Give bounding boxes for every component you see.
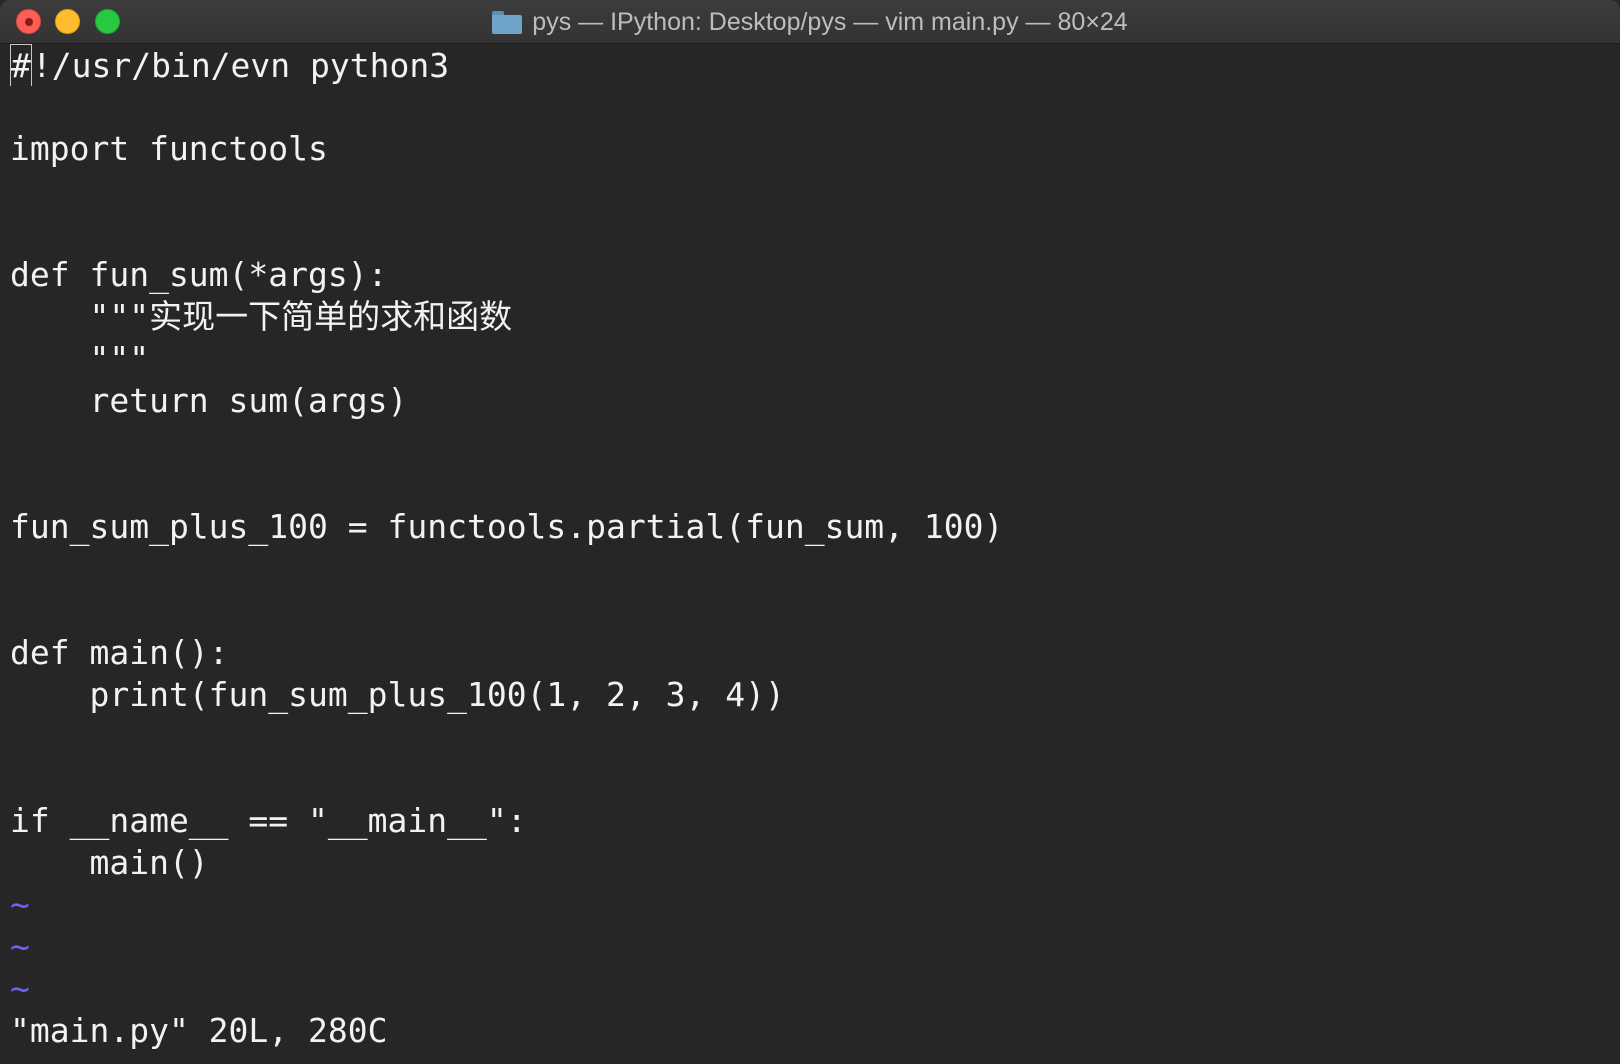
code-line: fun_sum_plus_100 = functools.partial(fun… — [10, 507, 1004, 546]
code-line: """实现一下简单的求和函数 — [10, 297, 513, 336]
empty-line-tilde: ~ — [10, 927, 30, 966]
code-line: if __name__ == "__main__": — [10, 801, 527, 840]
code-line: main() — [10, 843, 209, 882]
title-bar[interactable]: pys — IPython: Desktop/pys — vim main.py… — [0, 0, 1620, 44]
code-line: #!/usr/bin/evn python3 — [10, 44, 1610, 86]
code-line: print(fun_sum_plus_100(1, 2, 3, 4)) — [10, 675, 785, 714]
empty-line-tilde: ~ — [10, 969, 30, 1008]
window-title-text: pys — IPython: Desktop/pys — vim main.py… — [532, 7, 1128, 36]
vim-status-line: "main.py" 20L, 280C — [10, 1011, 388, 1050]
text-cursor: # — [10, 44, 32, 86]
vim-editor-buffer[interactable]: #!/usr/bin/evn python3 import functools d… — [10, 44, 1610, 1054]
folder-icon — [492, 10, 523, 34]
code-line: """ — [10, 339, 150, 378]
empty-line-tilde: ~ — [10, 885, 30, 924]
code-line: import functools — [10, 129, 328, 168]
code-line: return sum(args) — [10, 381, 408, 420]
code-line: def main(): — [10, 633, 229, 672]
window-title: pys — IPython: Desktop/pys — vim main.py… — [0, 0, 1620, 44]
terminal-window: pys — IPython: Desktop/pys — vim main.py… — [0, 0, 1620, 1064]
code-line: def fun_sum(*args): — [10, 255, 388, 294]
code-line-text: !/usr/bin/evn python3 — [31, 46, 450, 85]
